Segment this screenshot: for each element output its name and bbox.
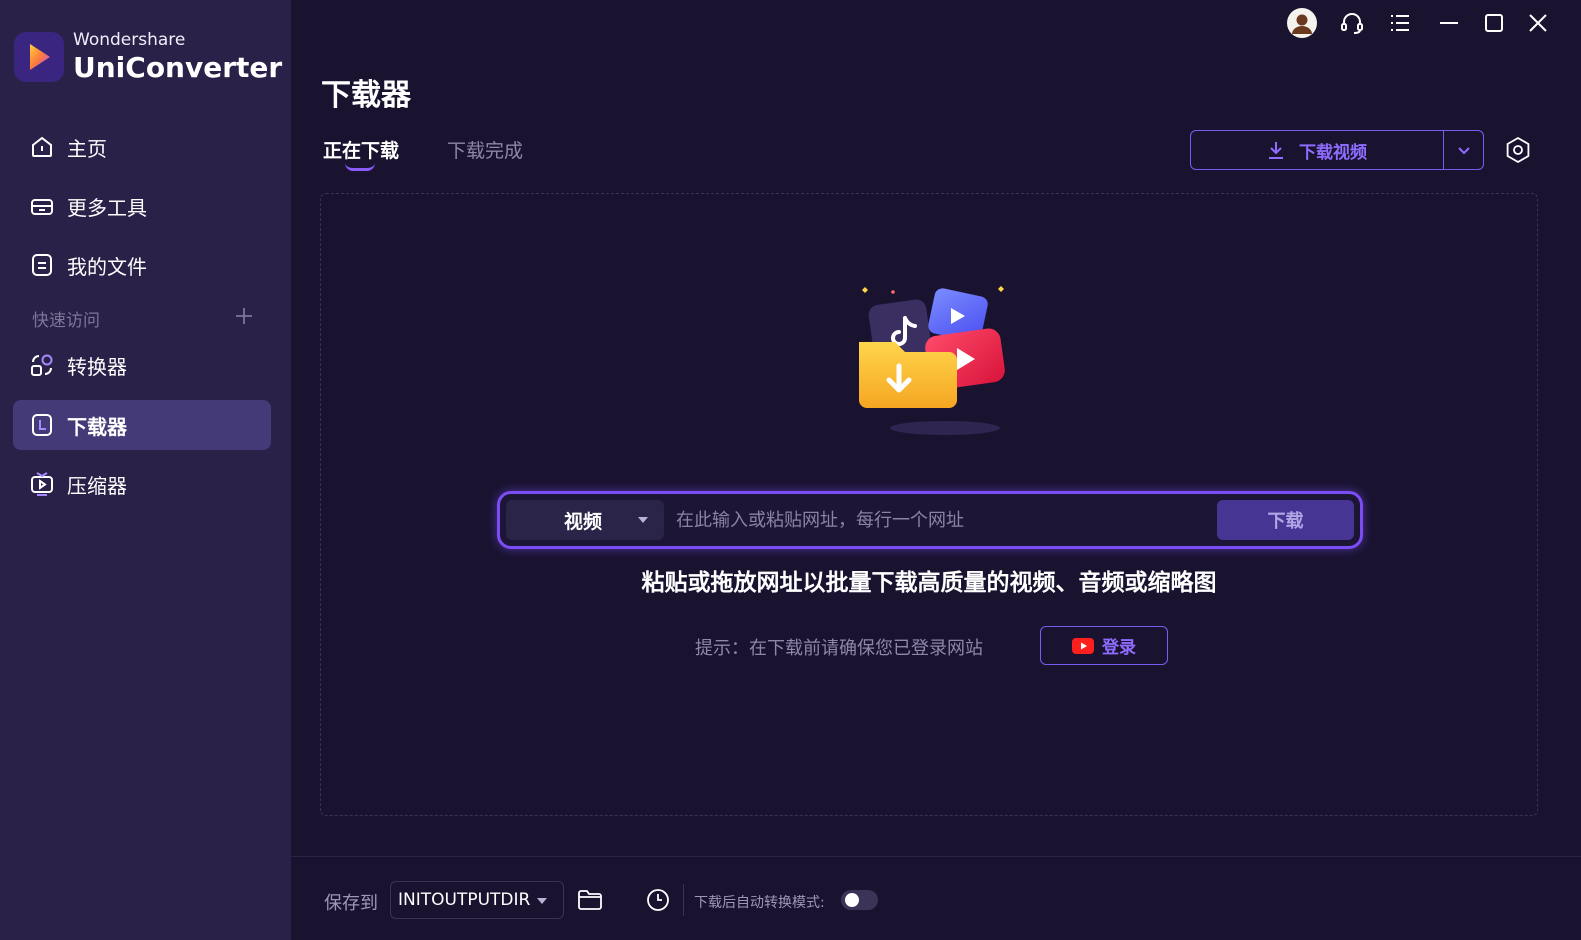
caret-down-icon xyxy=(638,517,648,523)
sidebar-item-my-files[interactable]: 我的文件 xyxy=(13,240,271,290)
sidebar-item-label: 我的文件 xyxy=(67,254,147,279)
media-type-value: 视频 xyxy=(564,510,603,533)
minimize-icon[interactable] xyxy=(1434,8,1464,38)
sidebar-item-label: 主页 xyxy=(67,136,107,161)
download-options-dropdown[interactable] xyxy=(1443,131,1483,169)
settings-icon[interactable] xyxy=(1504,136,1532,164)
download-folder-illustration-icon xyxy=(859,286,1005,435)
footer-separator xyxy=(683,884,684,916)
sidebar-item-label: 压缩器 xyxy=(67,473,127,498)
sidebar-item-downloader[interactable]: 下载器 xyxy=(13,400,271,450)
sidebar-item-label: 转换器 xyxy=(67,354,127,379)
app-logo: Wondershare UniConverter xyxy=(14,32,282,82)
download-video-button[interactable]: 下载视频 xyxy=(1191,131,1443,169)
sidebar-item-converter[interactable]: 转换器 xyxy=(13,340,271,390)
plus-icon[interactable] xyxy=(233,305,255,327)
tab-active-indicator xyxy=(345,163,375,171)
compressor-icon xyxy=(31,472,53,496)
toolbox-icon xyxy=(31,199,53,215)
login-label: 登录 xyxy=(1102,638,1136,658)
home-icon xyxy=(32,136,52,157)
auto-convert-label: 下载后自动转换模式: xyxy=(694,895,825,911)
toggle-knob xyxy=(845,893,859,907)
product-name: UniConverter xyxy=(73,51,283,84)
output-dir-select[interactable]: INITOUTPUTDIR xyxy=(390,881,564,919)
quick-access-label: 快速访问 xyxy=(32,311,100,331)
youtube-login-button[interactable]: 登录 xyxy=(1040,626,1168,665)
url-input-box: 视频 下载 xyxy=(497,491,1363,549)
sidebar-item-home[interactable]: 主页 xyxy=(13,122,271,172)
maximize-icon[interactable] xyxy=(1479,8,1509,38)
sidebar-item-more-tools[interactable]: 更多工具 xyxy=(13,181,271,231)
youtube-icon xyxy=(1072,637,1094,654)
schedule-clock-icon[interactable] xyxy=(646,888,670,912)
sidebar-item-compressor[interactable]: 压缩器 xyxy=(13,459,271,509)
folder-icon[interactable] xyxy=(577,888,603,912)
chevron-down-icon xyxy=(1457,147,1470,155)
save-to-label: 保存到 xyxy=(324,893,378,914)
tab-completed[interactable]: 下载完成 xyxy=(447,136,523,163)
download-video-button-group: 下载视频 xyxy=(1190,130,1484,170)
download-icon xyxy=(1269,142,1283,159)
media-type-select[interactable]: 视频 xyxy=(506,500,664,540)
avatar-icon[interactable] xyxy=(1287,8,1317,38)
headset-icon[interactable] xyxy=(1337,8,1367,38)
footer-divider xyxy=(291,856,1581,857)
file-icon xyxy=(32,254,52,276)
tab-downloading[interactable]: 正在下载 xyxy=(323,136,399,163)
sidebar-item-label: 下载器 xyxy=(67,414,127,439)
drop-zone-headline: 粘贴或拖放网址以批量下载高质量的视频、音频或缩略图 xyxy=(641,570,1217,596)
menu-icon[interactable] xyxy=(1385,8,1415,38)
download-video-label: 下载视频 xyxy=(1299,142,1367,163)
converter-icon xyxy=(31,354,53,376)
uniconverter-logo-icon xyxy=(14,32,64,82)
output-dir-value: INITOUTPUTDIR xyxy=(398,890,531,910)
download-submit-button[interactable]: 下载 xyxy=(1217,500,1354,540)
login-hint: 提示：在下载前请确保您已登录网站 xyxy=(695,638,983,659)
caret-down-icon xyxy=(537,898,547,904)
downloader-icon xyxy=(32,414,52,436)
brand-name: Wondershare xyxy=(73,30,186,50)
url-input[interactable] xyxy=(676,502,1211,538)
sidebar-item-label: 更多工具 xyxy=(67,195,147,220)
sidebar: Wondershare UniConverter 主页 更多工具 我的文件 快速… xyxy=(0,0,291,940)
auto-convert-toggle[interactable] xyxy=(841,890,878,910)
page-title: 下载器 xyxy=(321,78,411,113)
close-icon[interactable] xyxy=(1523,8,1553,38)
